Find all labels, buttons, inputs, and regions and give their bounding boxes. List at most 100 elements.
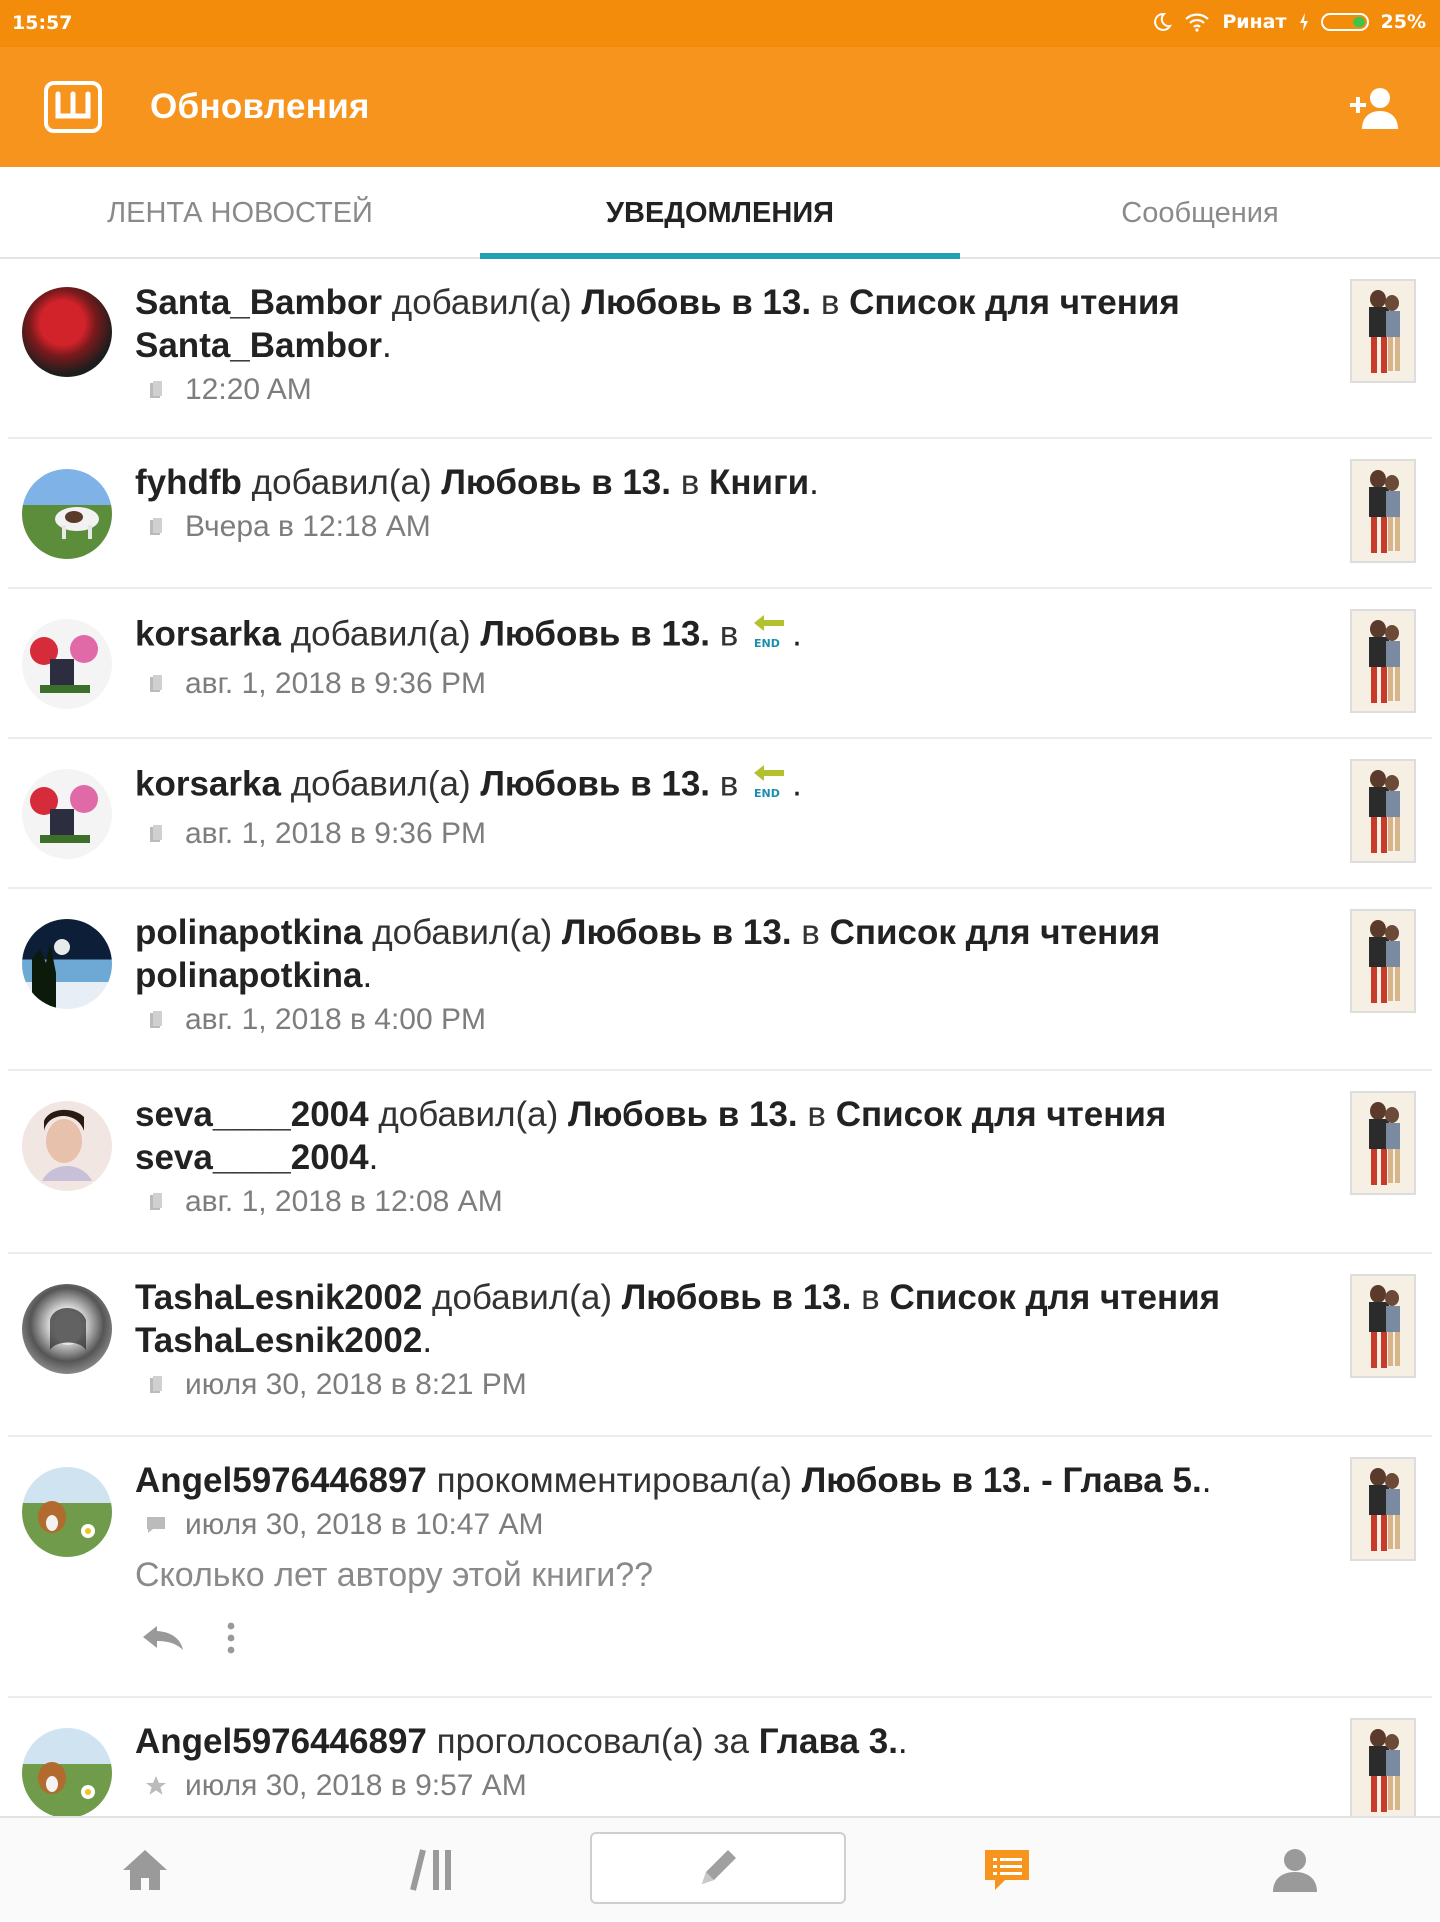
notification-item[interactable]: Angel5976446897 прокомментировал(а) Любо… bbox=[8, 1437, 1432, 1698]
avatar[interactable] bbox=[22, 919, 112, 1009]
timestamp: Вчера в 12:18 AM bbox=[185, 510, 431, 543]
notification-item[interactable]: fyhdfb добавил(а) Любовь в 13. в Книги. … bbox=[8, 439, 1432, 589]
notification-item[interactable]: polinapotkina добавил(а) Любовь в 13. в … bbox=[8, 889, 1432, 1071]
nav-write[interactable] bbox=[590, 1832, 846, 1904]
avatar[interactable] bbox=[22, 287, 112, 377]
username-link[interactable]: TashaLesnik2002 bbox=[135, 1278, 422, 1317]
library-icon bbox=[143, 821, 169, 847]
nav-profile[interactable] bbox=[1215, 1818, 1375, 1922]
story-link[interactable]: Любовь в 13. bbox=[441, 463, 671, 502]
star-icon bbox=[143, 1773, 169, 1799]
nav-library[interactable] bbox=[353, 1818, 513, 1922]
status-carrier: Ринат bbox=[1222, 11, 1287, 33]
end-badge-label: END bbox=[754, 637, 780, 650]
home-icon bbox=[123, 1850, 167, 1890]
story-cover[interactable] bbox=[1350, 909, 1416, 1013]
story-link[interactable]: Любовь в 13. bbox=[480, 764, 710, 803]
notification-item[interactable]: Angel5976446897 проголосовал(а) за Глава… bbox=[8, 1698, 1432, 1816]
end-list-icon[interactable]: END bbox=[750, 761, 790, 811]
tab-messages[interactable]: Сообщения bbox=[960, 167, 1440, 257]
timestamp: авг. 1, 2018 в 4:00 PM bbox=[185, 1003, 486, 1036]
library-icon bbox=[143, 1007, 169, 1033]
notification-meta: авг. 1, 2018 в 9:36 PM bbox=[135, 817, 1322, 851]
avatar[interactable] bbox=[22, 1284, 112, 1374]
story-cover[interactable] bbox=[1350, 1718, 1416, 1816]
status-bar: 15:57 Ринат 25% bbox=[0, 0, 1440, 47]
notification-text: korsarka добавил(а) Любовь в 13. в END. bbox=[135, 761, 1322, 811]
more-vertical-icon[interactable] bbox=[225, 1621, 237, 1655]
comment-icon bbox=[143, 1512, 169, 1538]
nav-home[interactable] bbox=[65, 1818, 225, 1922]
username-link[interactable]: fyhdfb bbox=[135, 463, 242, 502]
notification-meta: авг. 1, 2018 в 9:36 PM bbox=[135, 667, 1322, 701]
notification-item[interactable]: korsarka добавил(а) Любовь в 13. в END. … bbox=[8, 739, 1432, 889]
notification-meta: 12:20 AM bbox=[135, 373, 1322, 407]
tab-notifications[interactable]: УВЕДОМЛЕНИЯ bbox=[480, 167, 960, 259]
avatar[interactable] bbox=[22, 1728, 112, 1816]
username-link[interactable]: korsarka bbox=[135, 614, 281, 653]
notification-text: Angel5976446897 проголосовал(а) за Глава… bbox=[135, 1722, 908, 1761]
username-link[interactable]: seva____2004 bbox=[135, 1095, 369, 1134]
notification-meta: Вчера в 12:18 AM bbox=[135, 510, 1322, 544]
notification-item[interactable]: TashaLesnik2002 добавил(а) Любовь в 13. … bbox=[8, 1254, 1432, 1437]
notification-meta: июля 30, 2018 в 8:21 PM bbox=[135, 1368, 1322, 1402]
avatar[interactable] bbox=[22, 619, 112, 709]
story-cover[interactable] bbox=[1350, 1274, 1416, 1378]
story-link[interactable]: Любовь в 13. bbox=[622, 1278, 852, 1317]
notification-meta: авг. 1, 2018 в 4:00 PM bbox=[135, 1003, 1322, 1037]
story-cover[interactable] bbox=[1350, 1457, 1416, 1561]
story-cover[interactable] bbox=[1350, 1091, 1416, 1195]
moon-icon bbox=[1154, 12, 1173, 31]
end-badge-label: END bbox=[754, 787, 780, 800]
comment-text: Сколько лет автору этой книги?? bbox=[135, 1556, 654, 1594]
story-link[interactable]: Любовь в 13. bbox=[480, 614, 710, 653]
library-icon bbox=[410, 1849, 451, 1891]
story-cover[interactable] bbox=[1350, 459, 1416, 563]
story-cover[interactable] bbox=[1350, 279, 1416, 383]
username-link[interactable]: korsarka bbox=[135, 764, 281, 803]
charging-icon bbox=[1299, 13, 1308, 31]
notification-item[interactable]: korsarka добавил(а) Любовь в 13. в END. … bbox=[8, 589, 1432, 739]
notification-item[interactable]: seva____2004 добавил(а) Любовь в 13. в С… bbox=[8, 1071, 1432, 1254]
notifications-feed: Santa_Bambor добавил(а) Любовь в 13. в С… bbox=[0, 259, 1440, 1816]
wattpad-logo-icon[interactable] bbox=[44, 81, 102, 133]
story-link[interactable]: Любовь в 13. bbox=[568, 1095, 798, 1134]
end-list-icon[interactable]: END bbox=[750, 611, 790, 661]
nav-notifications[interactable] bbox=[927, 1818, 1087, 1922]
notification-text: korsarka добавил(а) Любовь в 13. в END. bbox=[135, 611, 1322, 661]
tab-bar: ЛЕНТА НОВОСТЕЙ УВЕДОМЛЕНИЯ Сообщения bbox=[0, 167, 1440, 259]
notification-text: polinapotkina добавил(а) Любовь в 13. в … bbox=[135, 913, 1161, 995]
story-link[interactable]: Любовь в 13. bbox=[581, 283, 811, 322]
profile-icon bbox=[1273, 1849, 1317, 1892]
notification-meta: авг. 1, 2018 в 12:08 AM bbox=[135, 1185, 1322, 1219]
username-link[interactable]: Angel5976446897 bbox=[135, 1461, 427, 1500]
avatar[interactable] bbox=[22, 1467, 112, 1557]
username-link[interactable]: polinapotkina bbox=[135, 913, 363, 952]
app-bar: Обновления bbox=[0, 47, 1440, 167]
username-link[interactable]: Angel5976446897 bbox=[135, 1722, 427, 1761]
tab-news-feed[interactable]: ЛЕНТА НОВОСТЕЙ bbox=[0, 167, 480, 257]
reply-icon[interactable] bbox=[141, 1624, 185, 1652]
reading-list-link[interactable]: Книги bbox=[709, 463, 809, 502]
library-icon bbox=[143, 377, 169, 403]
story-link[interactable]: Любовь в 13. bbox=[562, 913, 792, 952]
wifi-icon bbox=[1185, 13, 1210, 32]
notification-meta: июля 30, 2018 в 10:47 AM bbox=[135, 1508, 1322, 1542]
notification-text: Santa_Bambor добавил(а) Любовь в 13. в С… bbox=[135, 283, 1180, 365]
notification-text: fyhdfb добавил(а) Любовь в 13. в Книги. bbox=[135, 463, 819, 502]
avatar[interactable] bbox=[22, 769, 112, 859]
avatar[interactable] bbox=[22, 469, 112, 559]
username-link[interactable]: Santa_Bambor bbox=[135, 283, 382, 322]
status-icons: Ринат 25% bbox=[1152, 11, 1426, 33]
notification-meta: июля 30, 2018 в 9:57 AM bbox=[135, 1769, 1322, 1803]
story-link[interactable]: Глава 3. bbox=[759, 1722, 898, 1761]
story-cover[interactable] bbox=[1350, 609, 1416, 713]
avatar[interactable] bbox=[22, 1101, 112, 1191]
battery-icon bbox=[1320, 13, 1369, 31]
notification-text: TashaLesnik2002 добавил(а) Любовь в 13. … bbox=[135, 1278, 1221, 1360]
page-title: Обновления bbox=[150, 87, 370, 126]
story-cover[interactable] bbox=[1350, 759, 1416, 863]
story-link[interactable]: Любовь в 13. - Глава 5. bbox=[802, 1461, 1202, 1500]
add-person-icon[interactable] bbox=[1348, 85, 1404, 133]
notification-item[interactable]: Santa_Bambor добавил(а) Любовь в 13. в С… bbox=[8, 259, 1432, 439]
